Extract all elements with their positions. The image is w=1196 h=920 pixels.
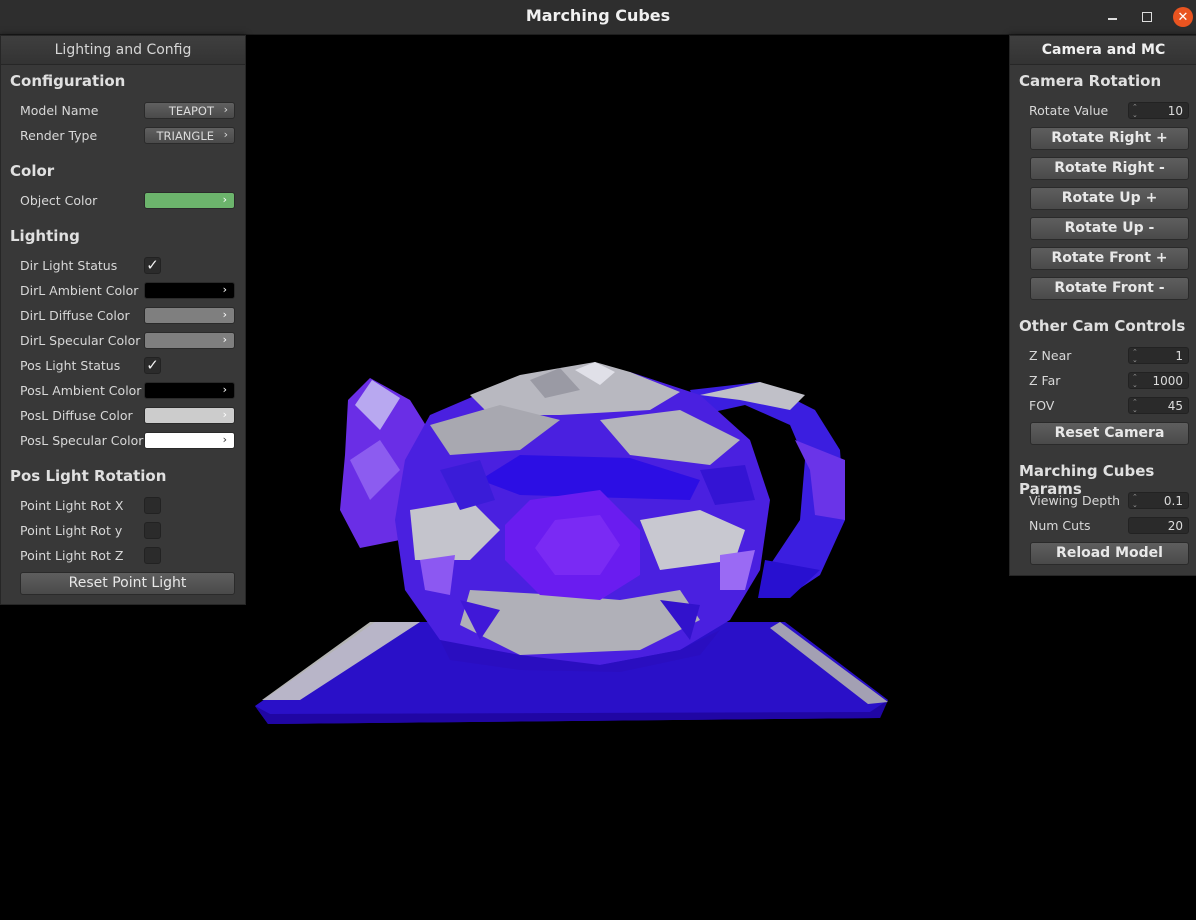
minimize-button[interactable]	[1097, 0, 1127, 34]
pos-light-rotation-section-title: Pos Light Rotation	[10, 467, 167, 485]
z-far-spinbox[interactable]: ⌃ ⌄ 1000	[1128, 372, 1189, 389]
pos-light-status-checkbox[interactable]: ✓	[144, 357, 161, 374]
rotate-right-plus-button[interactable]: Rotate Right +	[1030, 127, 1189, 150]
point-light-rot-y-label: Point Light Rot y	[20, 523, 123, 538]
right-panel-header[interactable]: Camera and MC	[1010, 36, 1196, 65]
num-cuts-label: Num Cuts	[1029, 518, 1091, 533]
spin-arrows-icon[interactable]: ⌃ ⌄	[1132, 398, 1138, 414]
model-name-dropdown[interactable]: TEAPOT ›	[144, 102, 235, 119]
z-near-spinbox[interactable]: ⌃ ⌄ 1	[1128, 347, 1189, 364]
num-cuts-input[interactable]: 20	[1128, 517, 1189, 534]
dirl-diffuse-label: DirL Diffuse Color	[20, 308, 130, 323]
chevron-right-icon: ›	[222, 333, 227, 346]
point-light-rot-z-label: Point Light Rot Z	[20, 548, 124, 563]
lighting-config-panel: Lighting and Config Configuration Model …	[0, 35, 246, 605]
object-color-label: Object Color	[20, 193, 98, 208]
dirl-ambient-color-picker[interactable]: ›	[144, 282, 235, 299]
reset-camera-button[interactable]: Reset Camera	[1030, 422, 1189, 445]
point-light-rot-x-label: Point Light Rot X	[20, 498, 124, 513]
z-far-label: Z Far	[1029, 373, 1061, 388]
z-near-label: Z Near	[1029, 348, 1072, 363]
other-cam-controls-section-title: Other Cam Controls	[1019, 317, 1186, 335]
dirl-specular-label: DirL Specular Color	[20, 333, 141, 348]
chevron-right-icon: ›	[223, 128, 228, 141]
pos-light-status-label: Pos Light Status	[20, 358, 121, 373]
rotate-value: 10	[1167, 104, 1183, 118]
maximize-button[interactable]	[1132, 0, 1162, 34]
chevron-right-icon: ›	[222, 193, 227, 206]
num-cuts-value: 20	[1167, 519, 1183, 533]
camera-rotation-section-title: Camera Rotation	[1019, 72, 1162, 90]
render-type-dropdown[interactable]: TRIANGLE ›	[144, 127, 235, 144]
close-icon: ✕	[1173, 7, 1193, 27]
spin-arrows-icon[interactable]: ⌃ ⌄	[1132, 103, 1138, 119]
z-near-value: 1	[1175, 349, 1183, 363]
chevron-right-icon: ›	[223, 103, 228, 116]
posl-diffuse-label: PosL Diffuse Color	[20, 408, 133, 423]
chevron-right-icon: ›	[222, 383, 227, 396]
spin-arrows-icon[interactable]: ⌃ ⌄	[1132, 493, 1138, 509]
posl-diffuse-color-picker[interactable]: ›	[144, 407, 235, 424]
chevron-right-icon: ›	[222, 283, 227, 296]
dirl-specular-color-picker[interactable]: ›	[144, 332, 235, 349]
window-title: Marching Cubes	[525, 6, 671, 25]
viewing-depth-label: Viewing Depth	[1029, 493, 1121, 508]
configuration-section-title: Configuration	[10, 72, 126, 90]
rotate-up-plus-button[interactable]: Rotate Up +	[1030, 187, 1189, 210]
rotate-right-minus-button[interactable]: Rotate Right -	[1030, 157, 1189, 180]
point-light-rot-z-checkbox[interactable]	[144, 547, 161, 564]
posl-ambient-color-picker[interactable]: ›	[144, 382, 235, 399]
lighting-section-title: Lighting	[10, 227, 80, 245]
left-panel-header[interactable]: Lighting and Config	[1, 36, 245, 65]
viewing-depth-spinbox[interactable]: ⌃ ⌄ 0.1	[1128, 492, 1189, 509]
chevron-right-icon: ›	[222, 433, 227, 446]
model-name-label: Model Name	[20, 103, 99, 118]
reload-model-button[interactable]: Reload Model	[1030, 542, 1189, 565]
check-icon: ✓	[146, 356, 159, 374]
maximize-icon	[1142, 12, 1152, 22]
rotate-value-label: Rotate Value	[1029, 103, 1109, 118]
dirl-diffuse-color-picker[interactable]: ›	[144, 307, 235, 324]
posl-ambient-label: PosL Ambient Color	[20, 383, 142, 398]
chevron-right-icon: ›	[222, 408, 227, 421]
dir-light-status-label: Dir Light Status	[20, 258, 118, 273]
rotate-up-minus-button[interactable]: Rotate Up -	[1030, 217, 1189, 240]
color-section-title: Color	[10, 162, 55, 180]
posl-specular-color-picker[interactable]: ›	[144, 432, 235, 449]
model-name-value: TEAPOT	[168, 104, 214, 118]
reset-point-light-button[interactable]: Reset Point Light	[20, 572, 235, 595]
spin-arrows-icon[interactable]: ⌃ ⌄	[1132, 373, 1138, 389]
camera-mc-panel: Camera and MC Camera Rotation Rotate Val…	[1009, 35, 1196, 576]
render-type-label: Render Type	[20, 128, 98, 143]
posl-specular-label: PosL Specular Color	[20, 433, 144, 448]
point-light-rot-x-checkbox[interactable]	[144, 497, 161, 514]
fov-label: FOV	[1029, 398, 1055, 413]
rotate-value-spinbox[interactable]: ⌃ ⌄ 10	[1128, 102, 1189, 119]
rotate-front-plus-button[interactable]: Rotate Front +	[1030, 247, 1189, 270]
render-type-value: TRIANGLE	[156, 129, 214, 143]
viewing-depth-value: 0.1	[1163, 494, 1183, 508]
rotate-front-minus-button[interactable]: Rotate Front -	[1030, 277, 1189, 300]
point-light-rot-y-checkbox[interactable]	[144, 522, 161, 539]
minimize-icon	[1107, 18, 1117, 20]
fov-spinbox[interactable]: ⌃ ⌄ 45	[1128, 397, 1189, 414]
check-icon: ✓	[146, 256, 159, 274]
dirl-ambient-label: DirL Ambient Color	[20, 283, 139, 298]
close-button[interactable]: ✕	[1168, 0, 1196, 34]
fov-value: 45	[1167, 399, 1183, 413]
object-color-picker[interactable]: ›	[144, 192, 235, 209]
chevron-right-icon: ›	[222, 308, 227, 321]
spin-arrows-icon[interactable]: ⌃ ⌄	[1132, 348, 1138, 364]
z-far-value: 1000	[1152, 374, 1183, 388]
title-bar: Marching Cubes ✕	[0, 0, 1196, 35]
dir-light-status-checkbox[interactable]: ✓	[144, 257, 161, 274]
